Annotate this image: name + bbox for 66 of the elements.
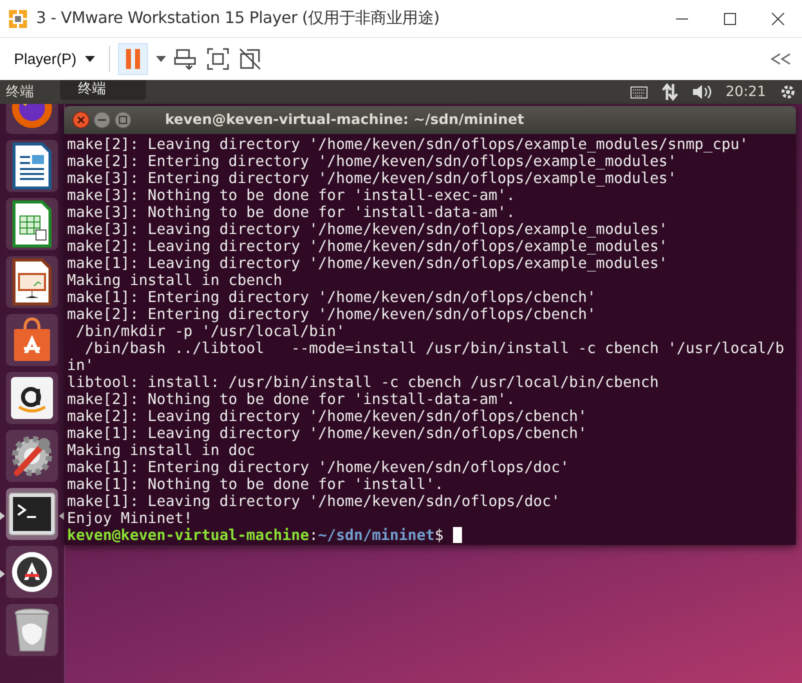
terminal-line: Making install in cbench <box>67 272 282 289</box>
settings-icon <box>9 433 55 479</box>
terminal-line: make[1]: Leaving directory '/home/keven/sdn/oflops/doc' <box>67 493 562 510</box>
app-logo-icon <box>8 8 28 28</box>
send-keys-icon[interactable] <box>174 47 198 71</box>
running-marker <box>0 570 5 578</box>
shell-prompt: keven@keven-virtual-machine:~/sdn/mininet$ <box>67 526 444 544</box>
terminal-line: make[3]: Nothing to be done for 'install-data-am'. <box>67 204 516 221</box>
clock[interactable]: 20:21 <box>726 84 766 100</box>
terminal-line: make[2]: Nothing to be done for 'install-data-am'. <box>67 391 516 408</box>
launcher-item[interactable] <box>6 256 58 308</box>
caret-icon[interactable] <box>156 56 166 62</box>
launcher-item[interactable] <box>6 372 58 424</box>
terminal-line: make[1]: Leaving directory '/home/keven/sdn/oflops/example_modules' <box>67 255 669 272</box>
pause-button[interactable] <box>118 43 148 75</box>
terminal-line: make[2]: Entering directory '/home/keven/sdn/oflops/cbench' <box>67 306 597 323</box>
terminal-line: make[3]: Leaving directory '/home/keven/sdn/oflops/example_modules' <box>67 221 669 238</box>
terminal-line: /bin/bash ../libtool --mode=install /usr/bin/install -c cbench '/usr/local/b <box>84 340 786 357</box>
terminal-line: Enjoy Mininet! <box>67 510 193 527</box>
terminal-line: Making install in doc <box>67 442 256 459</box>
window-title: 3 - VMware Workstation 15 Player (仅用于非商业用途) <box>36 8 440 29</box>
launcher-tooltip: 终端 <box>60 80 146 100</box>
volume-icon[interactable] <box>692 84 712 100</box>
launcher-item[interactable] <box>6 140 58 192</box>
maximize-icon[interactable] <box>723 12 737 26</box>
close-icon[interactable] <box>771 12 785 26</box>
collapse-icon[interactable] <box>770 53 792 65</box>
terminal-line: make[1]: Entering directory '/home/keven/sdn/oflops/cbench' <box>67 289 597 306</box>
fullscreen-icon[interactable] <box>206 47 230 71</box>
launcher-item[interactable] <box>6 430 58 482</box>
app-title: 终端 <box>6 83 34 101</box>
terminal-line: libtool: install: /usr/bin/install -c cbench /usr/local/bin/cbench <box>67 374 660 391</box>
terminal-line: make[2]: Leaving directory '/home/keven/sdn/oflops/cbench' <box>67 408 588 425</box>
update-icon <box>10 550 54 594</box>
terminal-line: make[1]: Entering directory '/home/keven/sdn/oflops/doc' <box>67 459 570 476</box>
terminal-line: in' <box>67 357 95 374</box>
terminal-line: make[1]: Leaving directory '/home/keven/sdn/oflops/cbench' <box>67 425 588 442</box>
terminal-icon <box>8 492 56 536</box>
terminal-line: /bin/mkdir -p '/usr/local/bin' <box>74 323 345 340</box>
running-marker <box>0 512 5 520</box>
shopping-bag-icon <box>11 317 53 363</box>
terminal-line: make[2]: Entering directory '/home/keven/sdn/oflops/example_modules' <box>67 153 677 170</box>
caret-icon <box>84 56 95 62</box>
launcher-item[interactable] <box>6 488 58 540</box>
terminal-line: make[2]: Leaving directory '/home/keven/sdn/oflops/example_modules' <box>67 238 669 255</box>
launcher-item[interactable] <box>6 198 58 250</box>
terminal-title: keven@keven-virtual-machine: ~/sdn/mininet <box>165 112 524 128</box>
shopping-icon <box>11 377 53 419</box>
presentation-icon <box>12 258 52 306</box>
pause-icon <box>124 48 141 70</box>
document-icon <box>12 142 52 190</box>
terminal-line: make[3]: Entering directory '/home/keven/sdn/oflops/example_modules' <box>67 170 678 187</box>
terminal-line: make[2]: Leaving directory '/home/keven/sdn/oflops/example_modules/snmp_cpu' <box>67 136 750 153</box>
player-menu[interactable]: Player(P) <box>8 46 101 72</box>
spreadsheet-icon <box>12 200 52 248</box>
trash-icon <box>13 607 51 653</box>
text-cursor <box>452 527 462 543</box>
keyboard-icon[interactable] <box>630 85 648 99</box>
terminal-line: make[3]: Nothing to be done for 'install-exec-am'. <box>67 187 516 204</box>
launcher-item[interactable] <box>6 546 58 598</box>
launcher-item[interactable] <box>6 314 58 366</box>
terminal-line: make[1]: Nothing to be done for 'install'. <box>67 476 444 493</box>
launcher-item[interactable] <box>6 604 58 656</box>
unity-mode-icon[interactable] <box>238 47 262 71</box>
network-icon[interactable] <box>662 83 678 101</box>
power-icon[interactable] <box>780 84 796 100</box>
